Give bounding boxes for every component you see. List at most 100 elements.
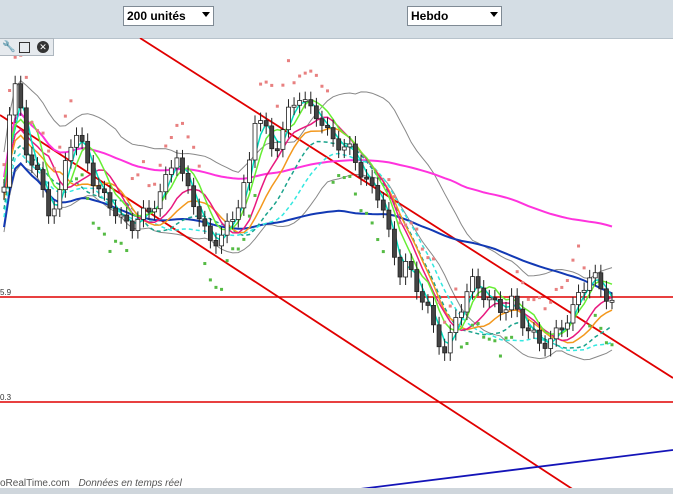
chart-toolbar: 200 unités Hebdo — [0, 0, 673, 39]
chevron-down-icon — [202, 12, 210, 17]
candle-body — [576, 292, 581, 306]
sar-dot — [448, 304, 452, 308]
candle-body — [492, 297, 498, 301]
sar-dot — [392, 195, 396, 199]
sar-dot — [571, 258, 575, 262]
candle-body — [542, 342, 548, 349]
upper-trend-line — [139, 38, 673, 379]
sar-dot — [432, 257, 436, 261]
candle-body — [470, 276, 475, 293]
sar-dot — [604, 341, 608, 345]
sar-dot — [426, 256, 430, 260]
sar-dot — [565, 279, 569, 283]
sar-dot — [225, 259, 229, 263]
sar-dot — [554, 287, 558, 291]
candle-body — [280, 129, 286, 150]
candle-body — [403, 261, 409, 278]
candle-body — [180, 157, 185, 174]
candle-body — [297, 100, 303, 106]
sar-dot — [443, 320, 447, 324]
candle-body — [537, 329, 542, 344]
sar-dot — [186, 135, 190, 139]
candle-body — [375, 185, 381, 201]
sar-dot — [30, 120, 34, 124]
candle-body — [397, 256, 403, 278]
candle-body — [447, 332, 453, 354]
candle-body — [353, 143, 358, 163]
sar-dot — [515, 270, 519, 274]
sar-dot — [236, 247, 240, 251]
sar-dot — [102, 232, 106, 236]
sar-dot — [376, 238, 380, 242]
candle-body — [1, 186, 7, 193]
sar-dot — [370, 221, 374, 225]
candle-body — [124, 214, 130, 222]
sar-dot — [247, 214, 251, 218]
candle-body — [191, 185, 197, 208]
sar-dot — [415, 227, 419, 231]
sar-dot — [58, 145, 62, 149]
sar-dot — [404, 223, 408, 227]
candle-body — [419, 291, 425, 303]
candle-body — [481, 287, 487, 301]
sar-dot — [459, 345, 463, 349]
sar-dot — [537, 296, 541, 300]
candle-body — [458, 311, 464, 318]
candle-body — [35, 164, 40, 171]
lower-trend-line — [0, 114, 573, 488]
sar-dot — [41, 131, 45, 135]
sar-dot — [203, 262, 207, 266]
candle-body — [12, 83, 18, 116]
period-select[interactable]: 200 unités — [123, 6, 214, 26]
candle-body — [219, 234, 224, 247]
candle-body — [392, 228, 397, 258]
candle-body — [408, 261, 414, 270]
sar-dot — [52, 166, 56, 170]
sar-dot — [8, 89, 12, 93]
sar-dot — [180, 121, 184, 125]
sar-dot — [292, 81, 296, 85]
sar-dot — [471, 323, 475, 327]
interval-select[interactable]: Hebdo — [407, 6, 502, 26]
candle-body — [581, 289, 587, 293]
window-icon[interactable] — [19, 42, 30, 53]
candle-body — [141, 207, 146, 220]
lower-level-label: 0.3 — [0, 393, 12, 402]
sar-dot — [281, 83, 285, 87]
candle-body — [224, 220, 230, 236]
candle-body — [196, 206, 202, 220]
sar-dot — [353, 192, 357, 196]
candle-body — [207, 225, 213, 241]
bottom-strip — [0, 488, 673, 494]
candle-body — [386, 209, 392, 230]
sar-dot — [465, 342, 469, 346]
sar-dot — [119, 241, 123, 245]
candle-body — [90, 162, 96, 187]
sar-dot — [130, 177, 134, 181]
sar-dot — [487, 337, 491, 341]
sar-dot — [420, 247, 424, 251]
candle-body — [609, 299, 615, 303]
sar-dot — [543, 307, 547, 311]
sar-dot — [69, 99, 73, 103]
candle-body — [553, 327, 559, 340]
sar-dot — [348, 174, 352, 178]
sar-dot — [549, 300, 553, 304]
moving-average-1 — [3, 99, 613, 346]
sar-dot — [482, 335, 486, 339]
candle-body — [79, 134, 85, 142]
sar-dot — [231, 247, 235, 251]
price-chart[interactable]: 5.9 0.3 — [0, 38, 673, 488]
candle-body — [102, 188, 107, 194]
sar-dot — [114, 239, 118, 243]
close-icon[interactable]: ✕ — [37, 41, 49, 53]
sar-dot — [270, 83, 274, 87]
long-trend-line — [360, 449, 673, 488]
candle-body — [286, 106, 291, 131]
candle-body — [185, 172, 191, 187]
sar-dot — [359, 209, 363, 213]
wrench-icon[interactable]: 🔧 — [2, 41, 16, 53]
sar-dot — [24, 75, 28, 79]
sar-dot — [521, 281, 525, 285]
candle-body — [436, 324, 442, 348]
